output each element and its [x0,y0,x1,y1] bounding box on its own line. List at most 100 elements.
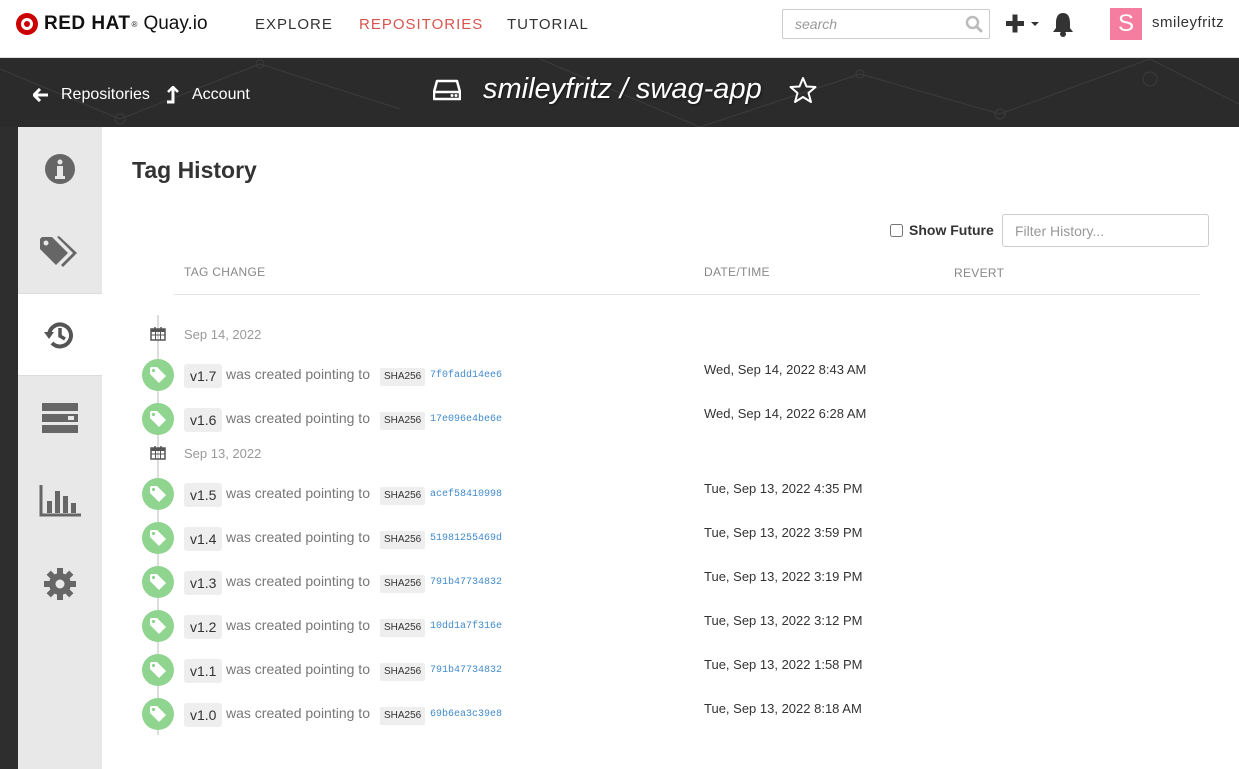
tag-created-icon [142,654,174,686]
brand-logo[interactable]: RED HAT ® Quay.io [16,12,208,36]
date-group-label: Sep 14, 2022 [184,326,262,342]
star-icon[interactable] [788,76,818,104]
manifest-digest-link[interactable]: 10dd1a7f316e [430,621,502,632]
date-group-header: Sep 14, 2022 [150,324,261,344]
tag-created-icon [142,359,174,391]
repo-separator: / [619,73,628,105]
tag-name[interactable]: v1.6 [184,408,223,432]
tag-change-text: was created pointing to [226,529,370,545]
tab-tags[interactable] [18,210,102,293]
show-future-toggle[interactable]: Show Future [890,222,994,238]
user-avatar[interactable]: S [1110,8,1142,40]
tag-change-text: was created pointing to [226,661,370,677]
tag-name[interactable]: v1.5 [184,483,223,507]
filter-history-input[interactable] [1002,214,1209,247]
tag-change-datetime: Tue, Sep 13, 2022 3:59 PM [704,525,863,540]
tag-history-entry: v1.4 was created pointing to SHA256 5198125… [142,522,1142,556]
tag-name[interactable]: v1.7 [184,364,223,388]
tab-builds[interactable] [18,376,102,459]
tab-settings[interactable] [18,542,102,625]
digest-algorithm-label: SHA256 [380,487,426,505]
manifest-digest-link[interactable]: 7f0fadd14ee6 [430,370,502,381]
arrow-left-icon [33,88,48,102]
tag-change-datetime: Tue, Sep 13, 2022 3:19 PM [704,569,863,584]
tag-history-panel: Tag History Show Future TAG CHANGE DATE/… [102,127,1239,769]
tags-icon [40,235,77,267]
search-input[interactable] [783,10,961,38]
page-title: Tag History [132,157,257,183]
top-navbar: RED HAT ® Quay.io EXPLORE REPOSITORIES T… [0,0,1239,58]
tab-tag-history[interactable] [18,293,102,376]
manifest-digest-link[interactable]: 51981255469d [430,533,502,544]
tag-created-icon [142,698,174,730]
breadcrumb-repositories[interactable]: Repositories [33,86,150,104]
tag-change-text: was created pointing to [226,705,370,721]
search-icon[interactable] [965,15,983,33]
show-future-checkbox[interactable] [890,223,903,237]
breadcrumb-account[interactable]: Account [166,86,250,104]
repo-sidebar [18,127,102,769]
create-new-menu[interactable] [1005,12,1041,36]
tag-created-icon [142,403,174,435]
tag-change-text: was created pointing to [226,410,370,426]
repository-drive-icon [433,79,461,100]
tag-name[interactable]: v1.4 [184,527,223,551]
breadcrumb-repositories-label: Repositories [61,86,150,103]
usage-chart-icon [39,484,81,516]
tab-usage-logs[interactable] [18,459,102,542]
calendar-icon [150,327,166,341]
repo-header: Repositories Account smileyfritz / swag-… [0,59,1239,127]
digest-algorithm-label: SHA256 [380,663,426,681]
nav-tutorial[interactable]: TUTORIAL [507,16,589,33]
brand-redhat: RED HAT [44,13,131,34]
repo-namespace[interactable]: smileyfritz [483,73,612,106]
breadcrumb-account-label: Account [192,86,250,103]
settings-gear-icon [44,567,76,600]
tag-history-entry: v1.0 was created pointing to SHA256 69b6ea3… [142,698,1142,732]
tag-change-text: was created pointing to [226,617,370,633]
manifest-digest-link[interactable]: acef58410998 [430,489,502,500]
user-menu[interactable]: smileyfritz [1152,14,1232,31]
notifications-bell-icon[interactable] [1052,11,1074,37]
calendar-icon [150,446,166,460]
tag-change-text: was created pointing to [226,573,370,589]
tag-history-entry: v1.1 was created pointing to SHA256 791b477… [142,654,1142,688]
tag-name[interactable]: v1.3 [184,571,223,595]
tag-created-icon [142,478,174,510]
nav-repositories[interactable]: REPOSITORIES [359,16,483,33]
caret-down-icon [1031,22,1039,26]
column-header-date-time: DATE/TIME [704,265,770,279]
brand-product: Quay.io [143,13,208,34]
date-group-header: Sep 13, 2022 [150,443,261,463]
manifest-digest-link[interactable]: 791b47734832 [430,665,502,676]
builds-icon [42,402,78,433]
nav-explore[interactable]: EXPLORE [255,16,333,33]
manifest-digest-link[interactable]: 791b47734832 [430,577,502,588]
tag-change-text: was created pointing to [226,485,370,501]
repo-title: smileyfritz / swag-app [433,73,818,106]
tag-change-datetime: Tue, Sep 13, 2022 4:35 PM [704,481,863,496]
tab-information[interactable] [18,127,102,210]
redhat-hat-icon [16,13,38,35]
tag-name[interactable]: v1.2 [184,615,223,639]
tag-history-entry: v1.2 was created pointing to SHA256 10dd1a7… [142,610,1142,644]
digest-algorithm-label: SHA256 [380,531,426,549]
tag-change-datetime: Tue, Sep 13, 2022 1:58 PM [704,657,863,672]
column-header-revert: REVERT [954,266,1005,280]
header-divider [174,294,1200,295]
history-icon [44,321,73,348]
tag-created-icon [142,566,174,598]
tag-name[interactable]: v1.1 [184,659,223,683]
column-header-tag-change: TAG CHANGE [184,265,266,279]
tag-change-text: was created pointing to [226,366,370,382]
digest-algorithm-label: SHA256 [380,368,426,386]
brand-trademark: ® [131,19,138,29]
tag-name[interactable]: v1.0 [184,703,223,727]
manifest-digest-link[interactable]: 17e096e4be6e [430,414,502,425]
tag-history-entry: v1.3 was created pointing to SHA256 791b477… [142,566,1142,600]
search-box [782,9,990,39]
manifest-digest-link[interactable]: 69b6ea3c39e8 [430,709,502,720]
date-group-label: Sep 13, 2022 [184,445,262,461]
tag-created-icon [142,522,174,554]
level-up-icon [167,86,179,104]
